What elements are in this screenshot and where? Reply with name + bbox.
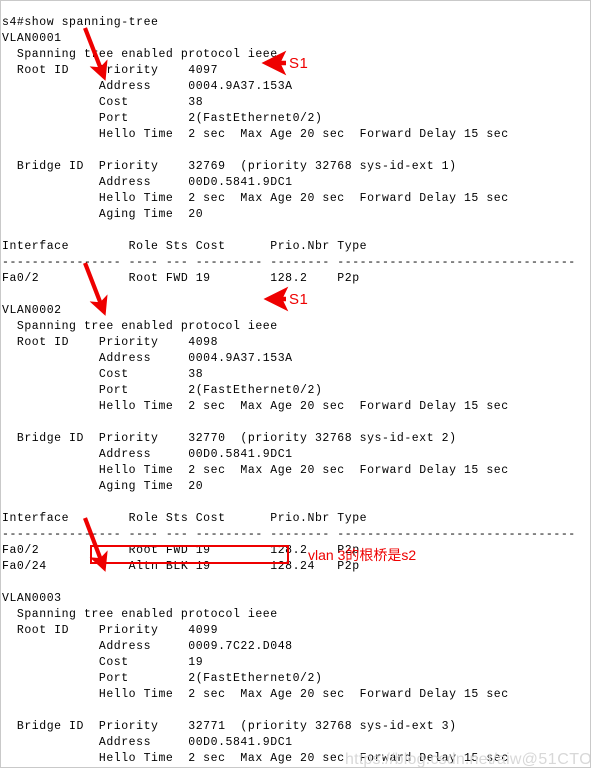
highlight-box-vlan3-root-address: [90, 545, 289, 564]
terminal-screenshot: s4#show spanning-tree VLAN0001 Spanning …: [0, 0, 591, 768]
terminal-output[interactable]: s4#show spanning-tree VLAN0001 Spanning …: [1, 13, 590, 768]
annotation-label-s1-vlan1: S1: [289, 55, 309, 72]
annotation-label-s1-vlan2: S1: [289, 291, 309, 308]
annotation-note-vlan3-root-bridge: vlan 3的根桥是s2: [308, 547, 417, 563]
